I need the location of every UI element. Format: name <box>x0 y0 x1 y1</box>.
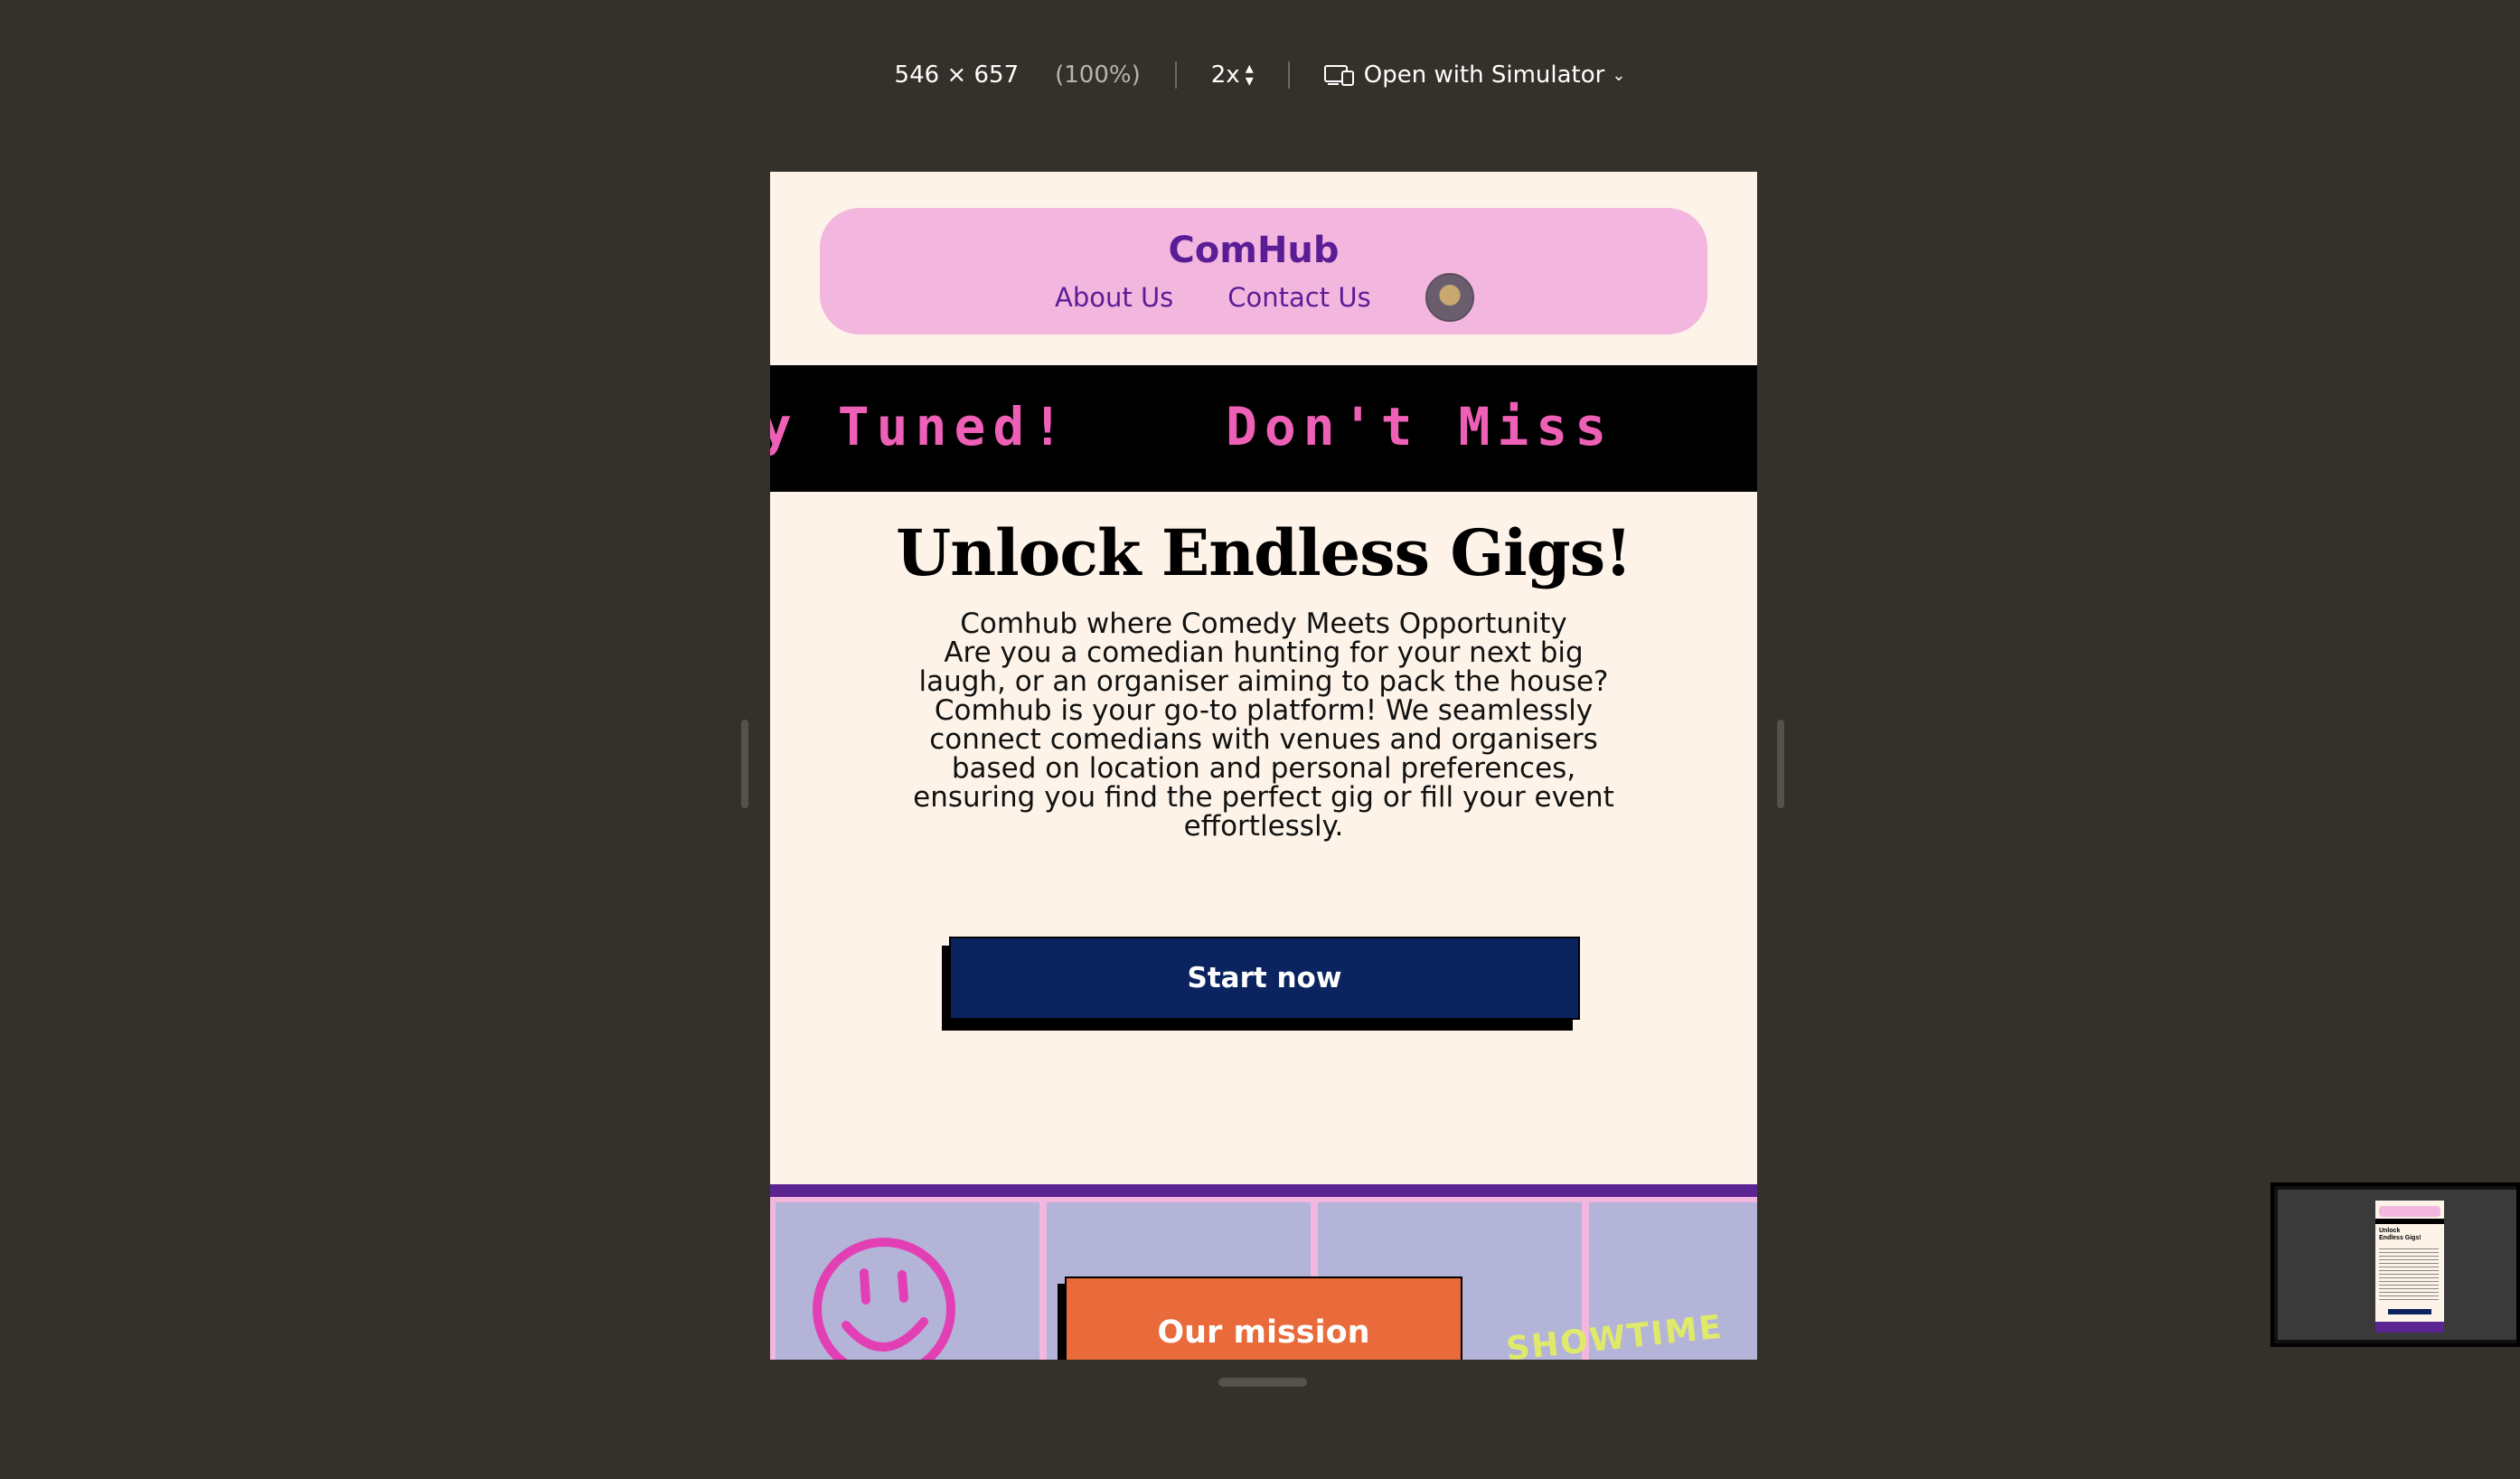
open-with-simulator-button[interactable]: Open with Simulator ⌄ <box>1323 61 1626 89</box>
nav-link-about[interactable]: About Us <box>1055 282 1173 313</box>
hero-description: Comhub where Comedy Meets Opportunity Ar… <box>902 609 1625 841</box>
chevron-down-icon: ⌄ <box>1612 65 1626 85</box>
simulator-toolbar: 546 × 657 (100%) 2x ▴ ▾ Open with Simulat… <box>0 0 2520 150</box>
hero-tagline: Comhub where Comedy Meets Opportunity <box>960 608 1567 640</box>
toolbar-divider <box>1287 61 1290 89</box>
our-mission-button[interactable]: Our mission <box>1065 1276 1462 1360</box>
minimap-preview[interactable]: Unlock Endless Gigs! <box>2271 1182 2520 1347</box>
device-icon <box>1323 65 1354 86</box>
updown-chevron-icon: ▴ ▾ <box>1245 59 1254 90</box>
minimap-nav <box>2379 1206 2440 1217</box>
minimap-ticker <box>2375 1219 2444 1224</box>
feature-band: Our mission SHOWTIME <box>770 1184 1757 1360</box>
minimap-button <box>2388 1309 2431 1314</box>
open-with-simulator-label: Open with Simulator <box>1363 61 1605 89</box>
brand-logo[interactable]: ComHub <box>820 230 1688 271</box>
navbar: ComHub About Us Contact Us <box>820 208 1707 334</box>
scale-selector[interactable]: 2x ▴ ▾ <box>1211 61 1254 89</box>
viewport-dimensions: 546 × 657 <box>894 61 1020 89</box>
minimap-band <box>2375 1322 2444 1333</box>
hero-title: Unlock Endless Gigs! <box>896 515 1632 590</box>
resize-handle-left[interactable] <box>741 720 748 808</box>
nav-link-contact[interactable]: Contact Us <box>1227 282 1370 313</box>
minimap-canvas: Unlock Endless Gigs! <box>2278 1190 2516 1340</box>
minimap-screen: Unlock Endless Gigs! <box>2375 1201 2444 1333</box>
smiley-icon <box>813 1238 955 1360</box>
resize-handle-right[interactable] <box>1777 720 1784 808</box>
start-now-button[interactable]: Start now <box>949 937 1580 1020</box>
device-screen: ComHub About Us Contact Us ay Tuned! Don… <box>770 172 1757 1360</box>
hero-body-text: Are you a comedian hunting for your next… <box>913 636 1614 843</box>
nav-links: About Us Contact Us <box>1055 273 1474 322</box>
minimap-text-lines <box>2379 1246 2439 1300</box>
minimap-title: Unlock Endless Gigs! <box>2379 1228 2421 1241</box>
feature-grid: Our mission SHOWTIME <box>770 1197 1757 1360</box>
zoom-level: (100%) <box>1055 61 1141 89</box>
ticker-text: ay Tuned! Don't Miss <box>770 396 1614 457</box>
marquee-ticker: ay Tuned! Don't Miss <box>770 365 1757 492</box>
toolbar-divider <box>1174 61 1177 89</box>
resize-handle-bottom[interactable] <box>1218 1378 1307 1387</box>
scale-value: 2x <box>1210 61 1240 89</box>
avatar[interactable] <box>1425 273 1474 322</box>
grid-cell <box>776 1202 1039 1360</box>
